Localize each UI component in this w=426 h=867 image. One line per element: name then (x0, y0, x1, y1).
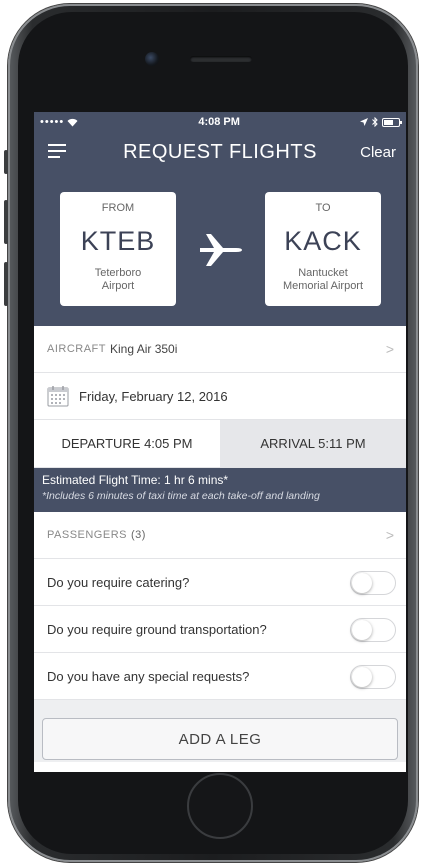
arrival-time-button[interactable]: ARRIVAL 5:11 PM (220, 420, 406, 467)
battery-icon (382, 117, 402, 127)
chevron-right-icon: > (385, 341, 394, 357)
wifi-icon (67, 118, 78, 126)
from-airport-name-line2: Airport (101, 280, 135, 292)
to-airport-name: Nantucket Memorial Airport (265, 267, 381, 293)
toggle-knob (352, 573, 372, 593)
route-panel: FROM KTEB Teterboro Airport TO KACK Nant… (34, 172, 406, 326)
status-time: 4:08 PM (198, 116, 240, 128)
nav-bar: REQUEST FLIGHTS Clear (34, 132, 406, 172)
earpiece-speaker (190, 56, 252, 62)
page-title: REQUEST FLIGHTS (123, 140, 317, 163)
catering-row: Do you require catering? (34, 559, 406, 606)
ground-transport-toggle[interactable] (350, 618, 396, 642)
ground-transport-question: Do you require ground transportation? (47, 621, 267, 637)
from-label: FROM (101, 202, 135, 214)
volume-up-button (4, 200, 8, 244)
passenger-count: (3) (131, 529, 146, 541)
times-row: DEPARTURE 4:05 PM ARRIVAL 5:11 PM (34, 420, 406, 468)
mute-switch (4, 150, 8, 174)
aircraft-value: King Air 350i (110, 342, 178, 356)
home-button[interactable] (187, 773, 253, 839)
special-requests-toggle[interactable] (350, 665, 396, 689)
toggle-knob (352, 667, 372, 687)
to-label: TO (315, 202, 331, 214)
front-camera (145, 52, 159, 66)
estimated-flight-time: Estimated Flight Time: 1 hr 6 mins* (42, 473, 229, 487)
taxi-time-note: *Includes 6 minutes of taxi time at each… (42, 490, 320, 502)
date-row[interactable]: Friday, February 12, 2016 (34, 373, 406, 420)
from-airport-name: Teterboro Airport (60, 267, 176, 293)
catering-question: Do you require catering? (47, 574, 190, 590)
from-airport-card[interactable]: FROM KTEB Teterboro Airport (60, 192, 176, 306)
signal-dots: ••••• (40, 116, 65, 128)
to-airport-name-line2: Memorial Airport (282, 280, 364, 292)
passengers-label: PASSENGERS (47, 529, 127, 541)
aircraft-row[interactable]: AIRCRAFT King Air 350i > (34, 326, 406, 373)
clear-button[interactable]: Clear (360, 144, 396, 161)
calendar-icon (47, 386, 69, 407)
estimated-flight-time-banner: Estimated Flight Time: 1 hr 6 mins* *Inc… (34, 468, 406, 512)
airplane-icon (200, 234, 242, 266)
passengers-row[interactable]: PASSENGERS (3) > (34, 512, 406, 559)
catering-toggle[interactable] (350, 571, 396, 595)
ground-transport-row: Do you require ground transportation? (34, 606, 406, 653)
app-screen: ••••• 4:08 PM REQUEST FLIGHTS Clear FROM… (34, 112, 406, 772)
special-requests-question: Do you have any special requests? (47, 668, 250, 684)
location-arrow-icon (360, 118, 368, 126)
to-airport-code: KACK (284, 226, 362, 256)
special-requests-row: Do you have any special requests? (34, 653, 406, 700)
toggle-knob (352, 620, 372, 640)
status-right (360, 117, 402, 127)
add-leg-button[interactable]: ADD A LEG (42, 718, 398, 760)
to-airport-name-line1: Nantucket (298, 267, 348, 279)
chevron-right-icon: > (385, 527, 394, 543)
hamburger-menu-icon[interactable] (48, 144, 66, 158)
departure-time-button[interactable]: DEPARTURE 4:05 PM (34, 420, 220, 467)
to-airport-card[interactable]: TO KACK Nantucket Memorial Airport (265, 192, 381, 306)
volume-down-button (4, 262, 8, 306)
aircraft-label: AIRCRAFT (47, 343, 106, 355)
bluetooth-icon (372, 117, 378, 127)
from-airport-code: KTEB (80, 226, 156, 256)
add-leg-area: ADD A LEG (34, 700, 406, 762)
status-left: ••••• (40, 116, 78, 128)
flight-date: Friday, February 12, 2016 (79, 388, 228, 404)
status-bar: ••••• 4:08 PM (34, 112, 406, 132)
from-airport-name-line1: Teterboro (94, 267, 142, 279)
